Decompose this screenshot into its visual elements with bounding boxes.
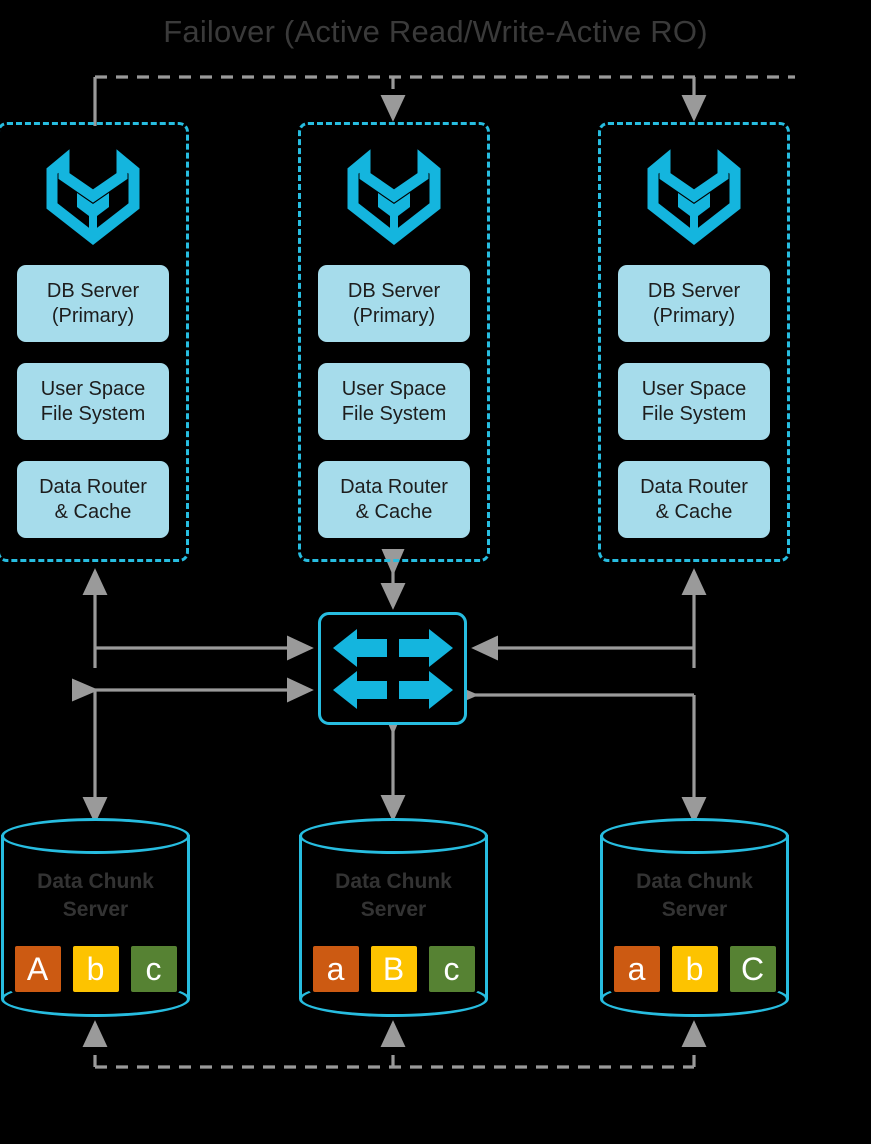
replica-chip[interactable]: B <box>370 946 417 992</box>
right-panel-switch-link <box>471 568 707 668</box>
service-box-line1: User Space <box>341 377 447 400</box>
service-box-db-server[interactable]: DB Server (Primary) <box>17 265 169 342</box>
service-box-line2: & Cache <box>54 500 132 523</box>
service-box-line2: File System <box>641 402 747 425</box>
service-box-data-router-cache[interactable]: Data Router & Cache <box>318 461 470 538</box>
chunk-server-label: Data Chunk Server <box>1 868 190 925</box>
chunk-server-label: Data Chunk Server <box>600 868 789 925</box>
db-server-panel-2[interactable]: DB Server (Primary) User Space File Syst… <box>298 122 490 562</box>
chunk-replica-chips: A b c <box>1 946 190 992</box>
data-chunk-server-2[interactable]: Data Chunk Server a B c <box>299 818 488 1017</box>
service-box-user-space-file-system[interactable]: User Space File System <box>17 363 169 440</box>
service-box-line1: Data Router <box>340 475 448 498</box>
bear-box-logo-icon <box>301 143 487 251</box>
replica-chip[interactable]: b <box>72 946 119 992</box>
replica-chip[interactable]: b <box>671 946 718 992</box>
service-box-line1: DB Server <box>647 279 741 302</box>
panel-1-service-boxes: DB Server (Primary) User Space File Syst… <box>0 265 186 538</box>
service-box-line1: User Space <box>40 377 146 400</box>
service-box-line2: & Cache <box>655 500 733 523</box>
chunk-server-label-line2: Server <box>62 898 129 922</box>
chunk-server-label-line1: Data Chunk <box>37 870 154 893</box>
service-box-db-server[interactable]: DB Server (Primary) <box>618 265 770 342</box>
service-box-line2: (Primary) <box>652 304 736 327</box>
service-box-line1: User Space <box>641 377 747 400</box>
replica-chip[interactable]: a <box>613 946 660 992</box>
replica-chip[interactable]: C <box>729 946 776 992</box>
chunk-server-label: Data Chunk Server <box>299 868 488 925</box>
top-failover-bus <box>93 75 795 126</box>
replica-chip[interactable]: A <box>14 946 61 992</box>
data-chunk-server-1[interactable]: Data Chunk Server A b c <box>1 818 190 1017</box>
service-box-line2: (Primary) <box>352 304 436 327</box>
chunk-server-label-line1: Data Chunk <box>335 870 452 893</box>
replica-chip[interactable]: a <box>312 946 359 992</box>
service-box-user-space-file-system[interactable]: User Space File System <box>618 363 770 440</box>
chunk-server-label-line1: Data Chunk <box>636 870 753 893</box>
network-switch-arrows-icon <box>332 628 453 709</box>
service-box-line2: (Primary) <box>51 304 135 327</box>
service-box-line1: DB Server <box>46 279 140 302</box>
chunk-replica-chips: a b C <box>600 946 789 992</box>
service-box-line1: Data Router <box>640 475 748 498</box>
service-box-line2: File System <box>40 402 146 425</box>
panel-3-service-boxes: DB Server (Primary) User Space File Syst… <box>601 265 787 538</box>
service-box-user-space-file-system[interactable]: User Space File System <box>318 363 470 440</box>
replica-chip[interactable]: c <box>428 946 475 992</box>
bottom-replication-bus <box>82 1020 707 1069</box>
chunk-replica-chips: a B c <box>299 946 488 992</box>
db-server-panel-1[interactable]: DB Server (Primary) User Space File Syst… <box>0 122 189 562</box>
bear-box-logo-icon <box>0 143 186 251</box>
panel-2-service-boxes: DB Server (Primary) User Space File Syst… <box>301 265 487 538</box>
chunk-server-label-line2: Server <box>360 898 427 922</box>
bear-box-logo-icon <box>601 143 787 251</box>
service-box-line2: & Cache <box>355 500 433 523</box>
network-switch[interactable] <box>318 612 467 725</box>
service-box-db-server[interactable]: DB Server (Primary) <box>318 265 470 342</box>
left-panel-switch-link <box>71 568 314 703</box>
data-chunk-server-3[interactable]: Data Chunk Server a b C <box>600 818 789 1017</box>
service-box-line1: Data Router <box>39 475 147 498</box>
failover-architecture-diagram: Failover (Active Read/Write-Active RO) D… <box>0 0 871 1144</box>
chunk-server-label-line2: Server <box>661 898 728 922</box>
service-box-data-router-cache[interactable]: Data Router & Cache <box>17 461 169 538</box>
service-box-line2: File System <box>341 402 447 425</box>
service-box-data-router-cache[interactable]: Data Router & Cache <box>618 461 770 538</box>
replica-chip[interactable]: c <box>130 946 177 992</box>
service-box-line1: DB Server <box>347 279 441 302</box>
switch-right-chunk-link <box>451 683 707 824</box>
db-server-panel-3[interactable]: DB Server (Primary) User Space File Syst… <box>598 122 790 562</box>
